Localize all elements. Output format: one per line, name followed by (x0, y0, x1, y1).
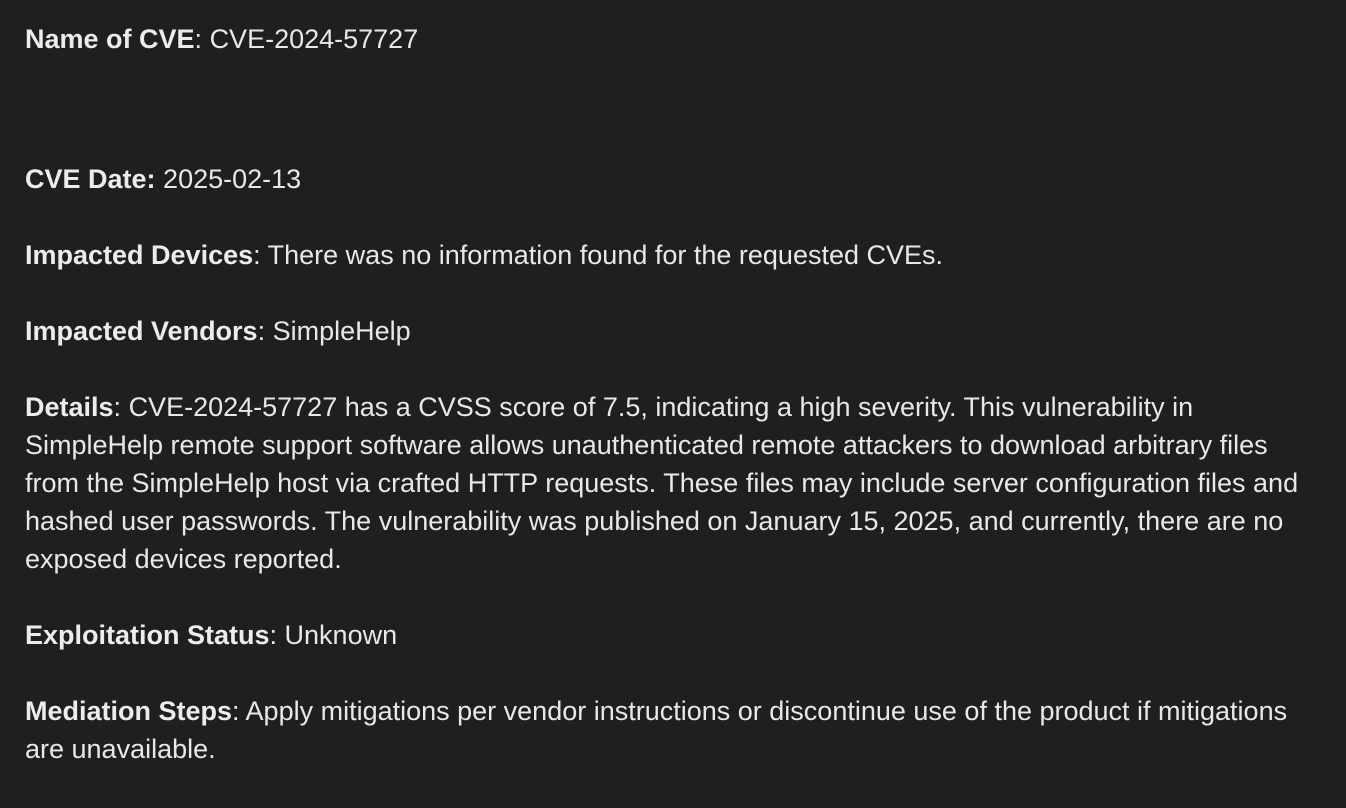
impacted-vendors-value: SimpleHelp (272, 316, 411, 346)
exploitation-status-row: Exploitation Status: Unknown (25, 616, 1322, 654)
impacted-vendors-label: Impacted Vendors (25, 316, 258, 346)
cve-name-value: CVE-2024-57727 (209, 24, 419, 54)
details-label: Details (25, 392, 114, 422)
exploitation-status-value: Unknown (284, 620, 398, 650)
cve-report: Name of CVE: CVE-2024-57727 CVE Date: 20… (0, 0, 1346, 808)
exploitation-status-separator: : (269, 620, 285, 650)
cve-date-row: CVE Date: 2025-02-13 (25, 160, 1322, 198)
details-separator: : (113, 392, 129, 422)
cve-date-label: CVE Date: (25, 164, 156, 194)
cve-name-separator: : (194, 24, 210, 54)
impacted-devices-separator: : (253, 240, 268, 270)
mediation-steps-separator: : (232, 696, 246, 726)
impacted-devices-row: Impacted Devices: There was no informati… (25, 236, 1322, 274)
mediation-steps-row: Mediation Steps: Apply mitigations per v… (25, 692, 1322, 768)
cve-date-separator (156, 164, 164, 194)
impacted-vendors-row: Impacted Vendors: SimpleHelp (25, 312, 1322, 350)
cve-name-row: Name of CVE: CVE-2024-57727 (25, 20, 1322, 58)
exploitation-status-label: Exploitation Status (25, 620, 270, 650)
impacted-devices-value: There was no information found for the r… (267, 240, 944, 270)
cve-name-label: Name of CVE (25, 24, 195, 54)
cve-date-value: 2025-02-13 (163, 164, 302, 194)
details-value: CVE-2024-57727 has a CVSS score of 7.5, … (25, 392, 1299, 574)
details-row: Details: CVE-2024-57727 has a CVSS score… (25, 388, 1322, 578)
impacted-vendors-separator: : (257, 316, 273, 346)
impacted-devices-label: Impacted Devices (25, 240, 254, 270)
mediation-steps-label: Mediation Steps (25, 696, 233, 726)
